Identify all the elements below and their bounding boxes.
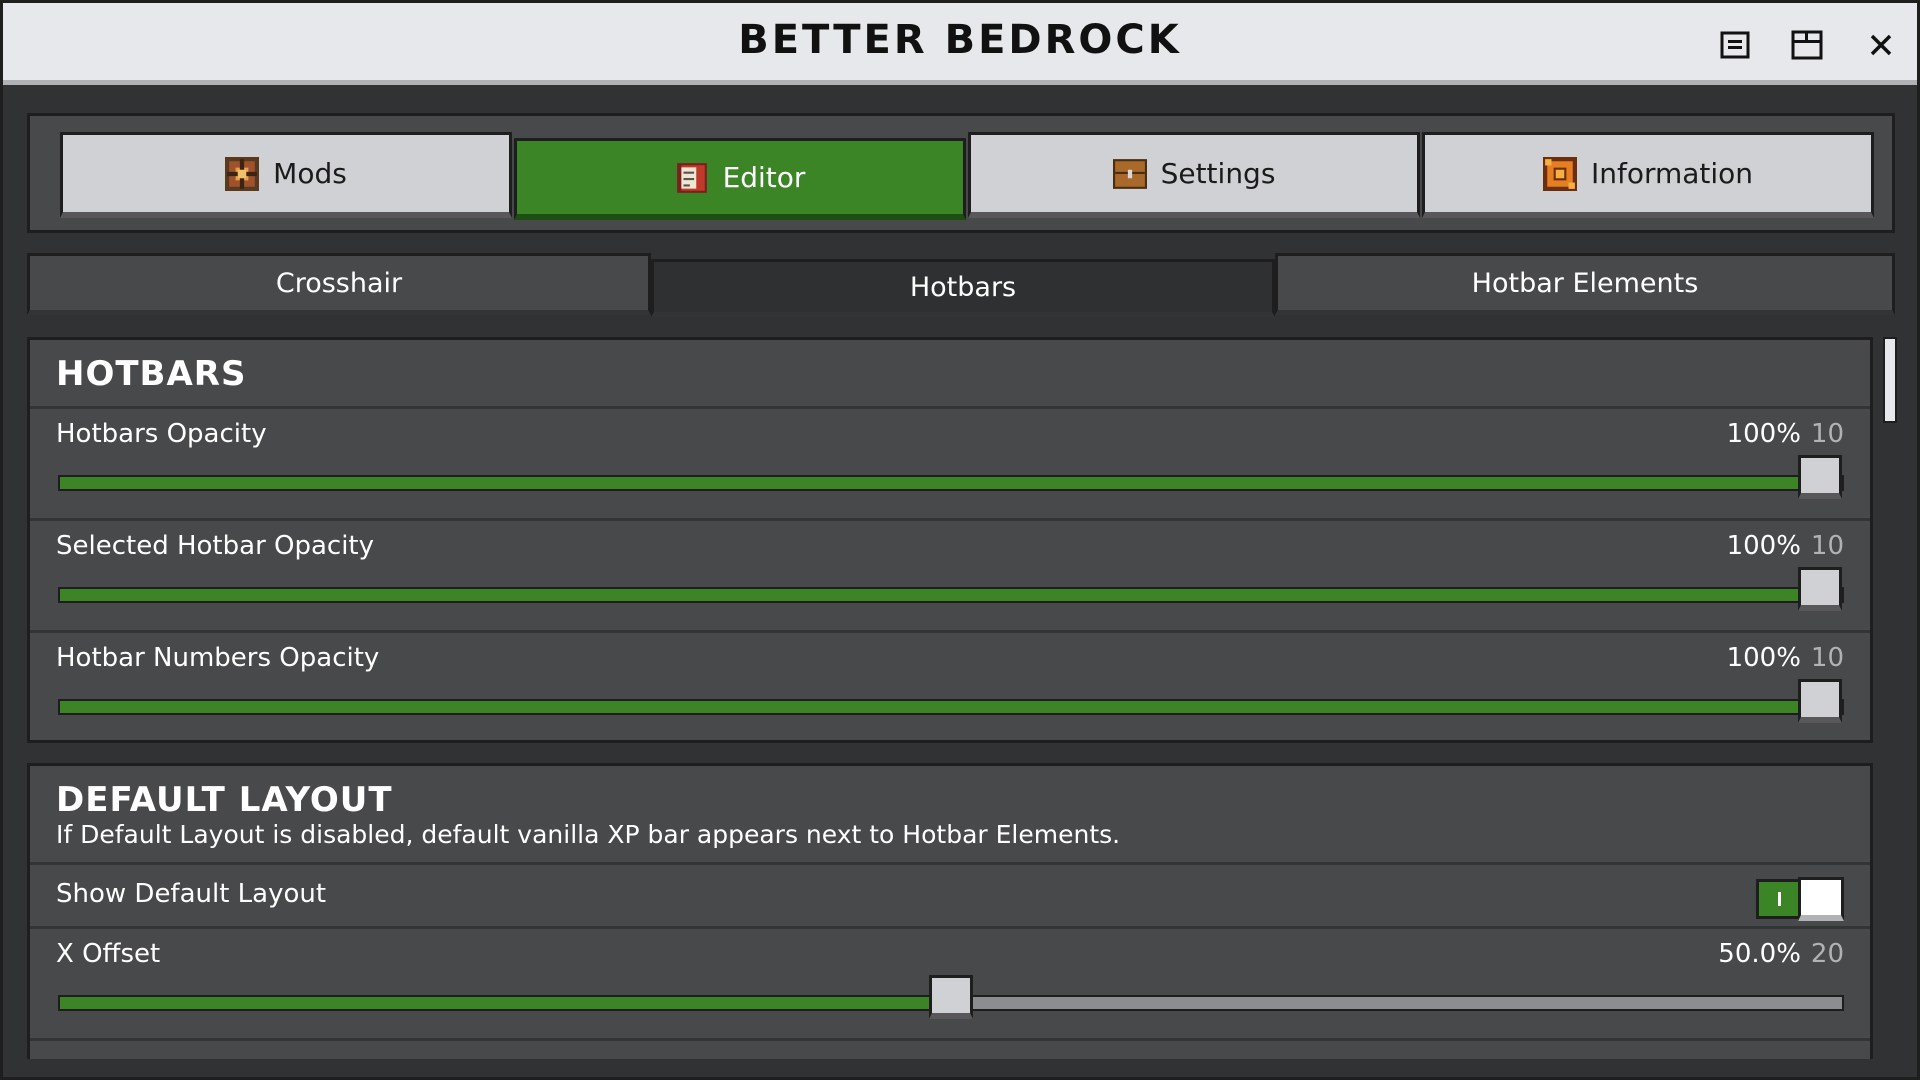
tab-mods-label: Mods xyxy=(273,157,347,190)
setting-percent: 100% xyxy=(1726,419,1801,449)
hotbars-section: HOTBARS Hotbars Opacity 100% 10 Selected … xyxy=(27,337,1873,743)
setting-label: Show Default Layout xyxy=(56,879,327,909)
slider-fill xyxy=(60,997,951,1009)
setting-value: 100% 10 xyxy=(1727,531,1844,561)
slider-fill xyxy=(60,589,1820,601)
hotbars-opacity-slider[interactable] xyxy=(58,455,1844,499)
tab-settings-label: Settings xyxy=(1160,157,1276,190)
subtab-hotbars-label: Hotbars xyxy=(909,271,1017,303)
maximize-window-icon xyxy=(1791,30,1823,60)
content-scrollbar[interactable] xyxy=(1883,337,1897,1059)
setting-row-next xyxy=(30,1038,1870,1059)
setting-percent: 50.0% xyxy=(1718,939,1801,969)
hotbar-numbers-opacity-slider[interactable] xyxy=(58,679,1844,723)
setting-percent: 100% xyxy=(1726,643,1801,673)
toggle-knob xyxy=(1798,877,1844,921)
subtab-hotbars[interactable]: Hotbars xyxy=(651,259,1275,317)
setting-row-hotbars-opacity: Hotbars Opacity 100% 10 xyxy=(30,406,1870,518)
scrollbar-thumb[interactable] xyxy=(1883,337,1897,423)
minimize-window-button[interactable] xyxy=(1717,27,1753,63)
tab-information[interactable]: Information xyxy=(1422,132,1874,218)
slider-fill xyxy=(60,701,1820,713)
setting-label: X Offset xyxy=(56,939,161,969)
maximize-window-button[interactable] xyxy=(1789,27,1825,63)
toggle-on-mark xyxy=(1778,892,1781,906)
subtab-crosshair[interactable]: Crosshair xyxy=(27,253,651,315)
slider-fill xyxy=(60,477,1820,489)
tab-editor[interactable]: Editor xyxy=(514,138,966,220)
setting-step-value: 10 xyxy=(1810,643,1844,673)
subtab-hotbar-elements-label: Hotbar Elements xyxy=(1471,267,1699,299)
setting-label: Hotbar Numbers Opacity xyxy=(56,643,380,673)
tab-editor-label: Editor xyxy=(722,161,806,194)
setting-label: Hotbars Opacity xyxy=(56,419,267,449)
setting-label: Selected Hotbar Opacity xyxy=(56,531,375,561)
default-layout-section: DEFAULT LAYOUT If Default Layout is disa… xyxy=(27,763,1873,1059)
setting-row-hotbar-numbers-opacity: Hotbar Numbers Opacity 100% 10 xyxy=(30,630,1870,740)
settings-chest-icon xyxy=(1112,158,1147,189)
setting-value: 100% 10 xyxy=(1727,419,1844,449)
show-default-layout-toggle[interactable] xyxy=(1756,877,1844,921)
setting-step-value: 20 xyxy=(1810,939,1844,969)
subtab-hotbar-elements[interactable]: Hotbar Elements xyxy=(1275,253,1895,315)
slider-thumb[interactable] xyxy=(929,975,973,1019)
tab-settings[interactable]: Settings xyxy=(968,132,1420,218)
setting-percent: 100% xyxy=(1726,531,1801,561)
x-offset-slider[interactable] xyxy=(58,975,1844,1019)
setting-row-x-offset: X Offset 50.0% 20 xyxy=(30,926,1870,1038)
close-window-button[interactable] xyxy=(1863,27,1899,63)
setting-row-show-default-layout: Show Default Layout xyxy=(30,862,1870,926)
information-icon xyxy=(1542,156,1577,191)
tab-information-label: Information xyxy=(1590,157,1754,190)
minimize-window-icon xyxy=(1720,31,1750,59)
window-title: BETTER BEDROCK xyxy=(738,17,1182,63)
setting-step-value: 10 xyxy=(1810,531,1844,561)
hotbars-section-title: HOTBARS xyxy=(56,354,247,394)
slider-thumb[interactable] xyxy=(1798,567,1842,611)
selected-hotbar-opacity-slider[interactable] xyxy=(58,567,1844,611)
setting-step-value: 10 xyxy=(1810,419,1844,449)
title-bar: BETTER BEDROCK xyxy=(3,3,1917,85)
main-tab-bar: Mods Editor Settings Information xyxy=(27,113,1895,233)
slider-thumb[interactable] xyxy=(1798,679,1842,723)
slider-thumb[interactable] xyxy=(1798,455,1842,499)
setting-value: 100% 10 xyxy=(1727,643,1844,673)
editor-book-icon xyxy=(676,162,707,193)
setting-value: 50.0% 20 xyxy=(1718,939,1844,969)
subtab-crosshair-label: Crosshair xyxy=(275,267,403,299)
setting-row-selected-hotbar-opacity: Selected Hotbar Opacity 100% 10 xyxy=(30,518,1870,630)
settings-scroll-area[interactable]: HOTBARS Hotbars Opacity 100% 10 Selected … xyxy=(27,337,1873,1059)
default-layout-description: If Default Layout is disabled, default v… xyxy=(56,820,1121,849)
app-window: BETTER BEDROCK Mods Editor Settings Info… xyxy=(0,0,1920,1080)
tab-mods[interactable]: Mods xyxy=(60,132,512,218)
mods-icon xyxy=(225,156,260,191)
close-icon xyxy=(1870,34,1892,56)
default-layout-section-title: DEFAULT LAYOUT xyxy=(56,780,393,820)
